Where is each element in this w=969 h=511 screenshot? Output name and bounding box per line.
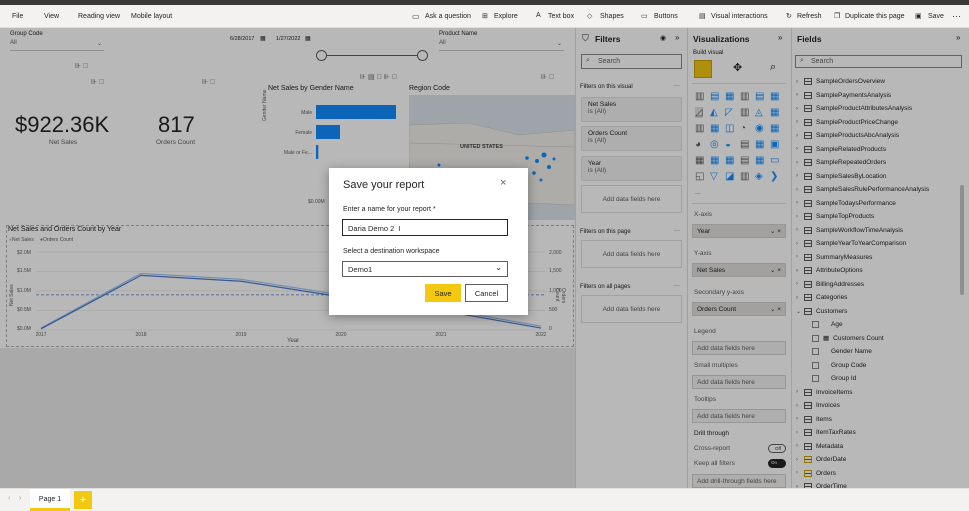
save-button[interactable]: Save [425, 284, 461, 302]
shapes-icon: ◇ [587, 13, 593, 20]
add-page-button[interactable]: + [74, 491, 92, 509]
explore-icon: ⊞ [482, 13, 488, 20]
report-name-input[interactable]: Daria Demo 2I [342, 219, 508, 236]
text-cursor-icon: I [398, 224, 401, 233]
menu-file[interactable]: File [12, 13, 23, 20]
refresh-button[interactable]: Refresh [797, 13, 822, 20]
ask-question-button[interactable]: Ask a question [425, 13, 471, 20]
chevron-down-icon: ⌄ [495, 263, 502, 272]
menu-mobile-layout[interactable]: Mobile layout [131, 13, 172, 20]
duplicate-page-button[interactable]: Duplicate this page [845, 13, 905, 20]
prev-page-icon[interactable]: ‹ [8, 495, 10, 502]
save-report-dialog: Save your report × Enter a name for your… [329, 168, 528, 315]
cancel-button[interactable]: Cancel [465, 284, 508, 302]
report-name-label: Enter a name for your report * [343, 206, 436, 213]
tab-page-1[interactable]: Page 1 [30, 489, 70, 511]
menu-view[interactable]: View [44, 13, 59, 20]
more-icon[interactable]: ··· [952, 11, 961, 21]
workspace-select[interactable]: Demo1 ⌄ [342, 261, 508, 277]
buttons-icon: ▭ [641, 13, 648, 20]
page-tab-bar: ‹ › Page 1 + [0, 488, 969, 511]
duplicate-icon: ❐ [834, 13, 841, 20]
dialog-title: Save your report [343, 179, 425, 191]
menu-bar: File View Reading view Mobile layout ▭ A… [0, 5, 969, 28]
buttons-button[interactable]: Buttons [654, 13, 678, 20]
visual-interactions-button[interactable]: Visual interactions [711, 13, 768, 20]
close-icon[interactable]: × [500, 177, 506, 189]
explore-button[interactable]: Explore [494, 13, 518, 20]
save-icon: ▣ [915, 13, 922, 20]
refresh-icon: ↻ [786, 13, 792, 20]
shapes-button[interactable]: Shapes [600, 13, 624, 20]
next-page-icon[interactable]: › [19, 495, 21, 502]
menu-reading-view[interactable]: Reading view [78, 13, 120, 20]
textbox-button[interactable]: Text box [548, 13, 574, 20]
save-menu-button[interactable]: Save [928, 13, 944, 20]
textbox-icon: A [536, 12, 541, 19]
ask-question-icon: ▭ [412, 12, 420, 21]
visual-interactions-icon: ▤ [699, 13, 706, 20]
workspace-label: Select a destination workspace [343, 248, 440, 255]
